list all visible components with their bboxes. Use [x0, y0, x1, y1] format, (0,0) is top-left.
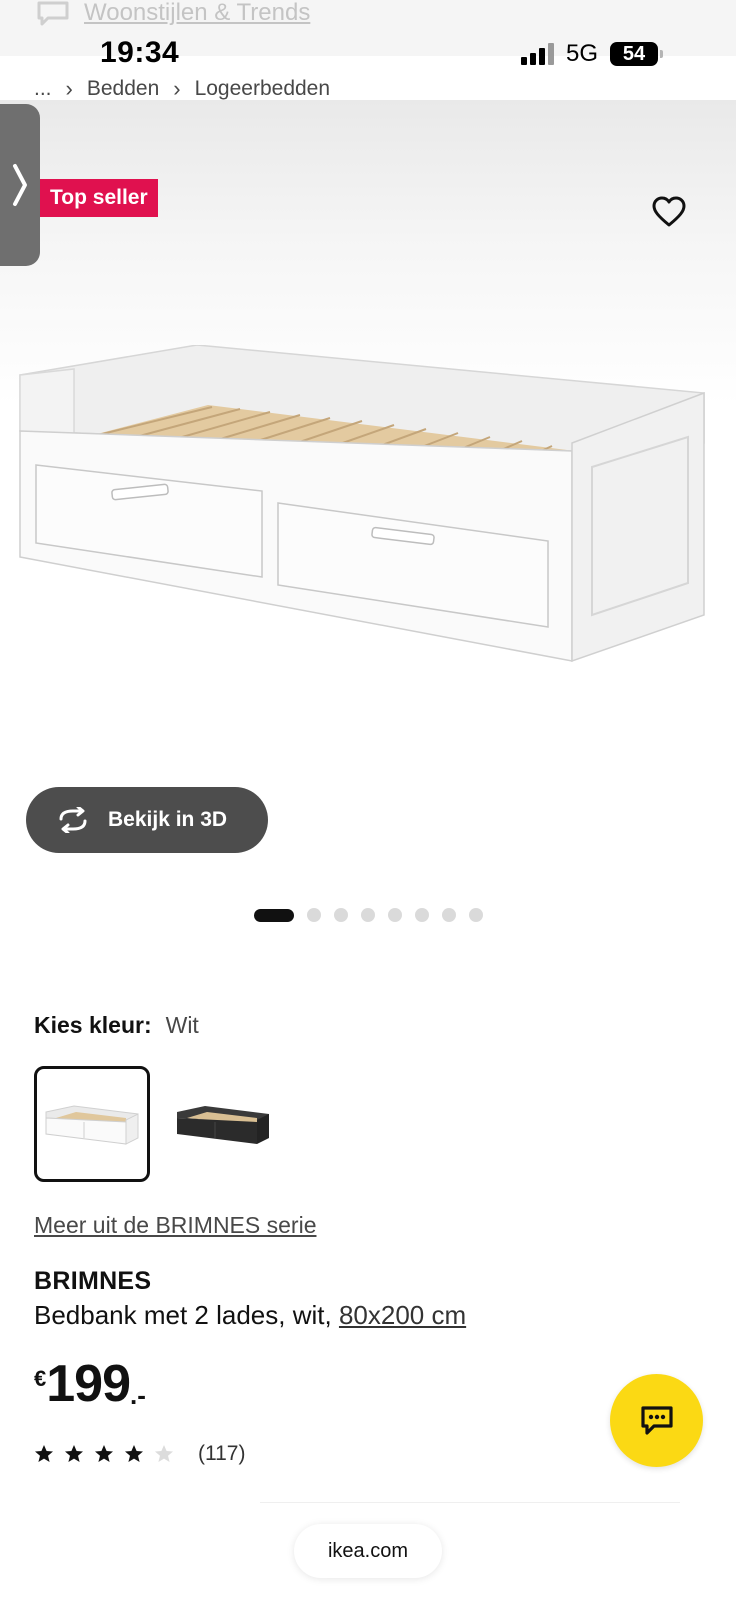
bed-thumbnail-black: [177, 1106, 269, 1144]
chevron-right-icon: ›: [173, 76, 181, 101]
product-size-link[interactable]: 80x200 cm: [339, 1300, 466, 1330]
color-picker-heading: Kies kleur: Wit: [34, 1012, 199, 1039]
series-link[interactable]: Meer uit de BRIMNES serie: [34, 1212, 316, 1239]
cellular-signal-icon: [520, 43, 554, 65]
product-description-text: Bedbank met 2 lades, wit,: [34, 1300, 339, 1330]
rotate-3d-icon: [59, 807, 87, 833]
battery-icon: 54: [610, 42, 663, 66]
price-currency: €: [34, 1366, 47, 1391]
carousel-dot[interactable]: [388, 908, 402, 922]
chevron-right-icon: ›: [65, 76, 73, 101]
carousel-dot[interactable]: [334, 908, 348, 922]
carousel-dot[interactable]: [415, 908, 429, 922]
price-amount: 199: [46, 1355, 131, 1413]
speech-bubble-icon: [37, 1, 69, 26]
product-price: € 199 .-: [34, 1358, 146, 1411]
chevron-right-icon: [13, 164, 27, 206]
status-time: 19:34: [100, 36, 180, 69]
top-seller-badge: Top seller: [40, 179, 158, 217]
carousel-dot[interactable]: [469, 908, 483, 922]
product-image-bed: [19, 345, 705, 663]
chat-icon: [640, 1405, 673, 1435]
carousel-dot[interactable]: [307, 908, 321, 922]
product-description: Bedbank met 2 lades, wit, 80x200 cm: [34, 1300, 466, 1331]
carousel-dot[interactable]: [361, 908, 375, 922]
breadcrumb-item-logeerbedden[interactable]: Logeerbedden: [195, 77, 330, 101]
chat-button[interactable]: [610, 1374, 703, 1467]
status-indicators: 5G 54: [520, 40, 663, 68]
heart-icon[interactable]: [652, 196, 686, 228]
battery-level: 54: [622, 42, 646, 65]
divider: [260, 1502, 680, 1503]
star-filled-icon: [125, 1445, 143, 1462]
breadcrumb-item-bedden[interactable]: Bedden: [87, 77, 159, 101]
color-picker-selected-value: Wit: [165, 1012, 199, 1038]
network-type: 5G: [565, 40, 598, 67]
view-in-3d-label: Bekijk in 3D: [108, 808, 228, 831]
woonstijlen-link-text: Woonstijlen & Trends: [84, 0, 311, 26]
product-rating[interactable]: (117): [34, 1442, 245, 1466]
price-decimal: .-: [130, 1380, 146, 1410]
woonstijlen-link[interactable]: Woonstijlen & Trends: [36, 0, 310, 26]
carousel-dot[interactable]: [442, 908, 456, 922]
rating-count: (117): [198, 1442, 246, 1465]
star-filled-icon: [95, 1445, 113, 1462]
breadcrumb: ... › Bedden › Logeerbedden: [34, 76, 330, 102]
star-filled-icon: [65, 1445, 83, 1462]
side-panel-toggle[interactable]: [0, 104, 40, 266]
color-swatch-wit[interactable]: [34, 1066, 150, 1182]
breadcrumb-ellipsis[interactable]: ...: [34, 77, 52, 101]
browser-url-bar[interactable]: ikea.com: [294, 1524, 442, 1578]
bed-thumbnail-white: [45, 1105, 139, 1145]
star-filled-icon: [35, 1445, 53, 1462]
product-name: BRIMNES: [34, 1267, 152, 1295]
star-empty-icon: [155, 1445, 173, 1462]
color-swatch-zwart[interactable]: [165, 1066, 281, 1182]
view-in-3d-button[interactable]: Bekijk in 3D: [26, 787, 268, 853]
carousel-indicator: [254, 908, 483, 922]
color-picker-label: Kies kleur:: [34, 1012, 152, 1038]
carousel-dot-active[interactable]: [254, 908, 294, 922]
